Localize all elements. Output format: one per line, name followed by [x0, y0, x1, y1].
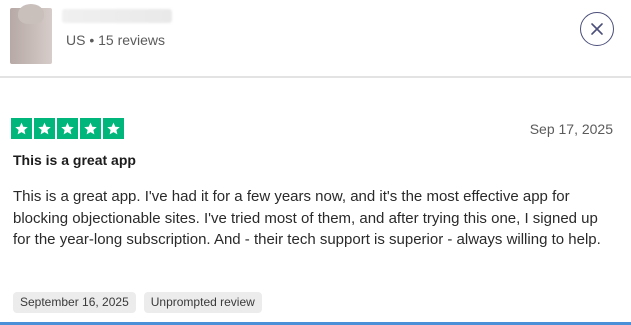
review-date: Sep 17, 2025 [529, 121, 613, 137]
review-body: This is a great app. I've had it for a f… [13, 188, 601, 248]
star-rating [11, 118, 124, 139]
star-icon [57, 118, 78, 139]
review-tags: September 16, 2025 Unprompted review [13, 292, 262, 313]
close-icon [591, 23, 603, 35]
reviewer-name-blurred [62, 9, 172, 23]
reviewer-header: US • 15 reviews [0, 0, 631, 78]
star-icon [34, 118, 55, 139]
review-title: This is a great app [13, 152, 136, 168]
close-button[interactable] [580, 12, 614, 46]
star-icon [11, 118, 32, 139]
avatar [10, 4, 52, 64]
reviewer-meta: US • 15 reviews [66, 32, 166, 48]
star-icon [80, 118, 101, 139]
star-icon [103, 118, 124, 139]
experience-date-tag: September 16, 2025 [13, 292, 136, 313]
unprompted-review-tag: Unprompted review [143, 292, 262, 313]
